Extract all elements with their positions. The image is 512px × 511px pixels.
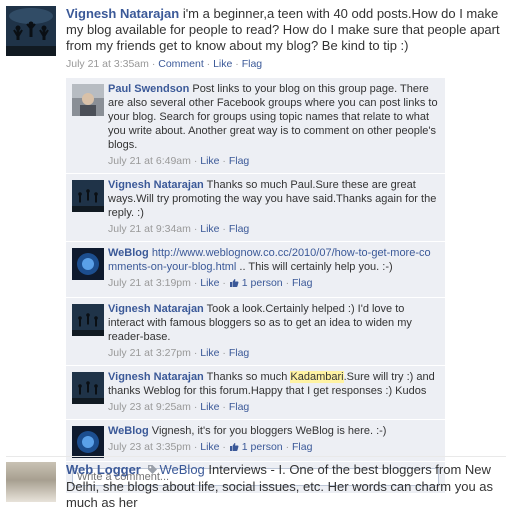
comment-item: Paul Swendson Post links to your blog on… xyxy=(66,78,445,174)
comment-flag-link[interactable]: Flag xyxy=(229,223,249,235)
second-post-author-link[interactable]: Web Logger xyxy=(66,462,141,477)
comment-meta: July 21 at 3:27pm · Like · Flag xyxy=(108,346,439,360)
comment-flag-link[interactable]: Flag xyxy=(292,441,312,453)
avatar-paul[interactable] xyxy=(72,84,104,116)
comment-author-link[interactable]: Paul Swendson xyxy=(108,83,189,95)
comment-flag-link[interactable]: Flag xyxy=(229,401,249,413)
comment-item: Vignesh Natarajan Took a look.Certainly … xyxy=(66,298,445,366)
avatar-weblog[interactable] xyxy=(72,248,104,280)
comment-item: Vignesh Natarajan Thanks so much Kadamba… xyxy=(66,366,445,420)
comment-timestamp[interactable]: July 21 at 3:27pm xyxy=(108,347,191,359)
comment-like-link[interactable]: Like xyxy=(200,347,219,359)
comment-meta: July 23 at 9:25am · Like · Flag xyxy=(108,400,439,414)
second-post-text: Web Logger WeBlog Interviews - I. One of… xyxy=(66,462,506,511)
like-link[interactable]: Like xyxy=(213,58,232,70)
comment-author-link[interactable]: Vignesh Natarajan xyxy=(108,371,204,383)
flag-link[interactable]: Flag xyxy=(242,58,262,70)
comment-author-link[interactable]: WeBlog xyxy=(108,425,149,437)
comment-timestamp[interactable]: July 21 at 6:49am xyxy=(108,155,191,167)
comment-timestamp[interactable]: July 23 at 3:35pm xyxy=(108,441,191,453)
avatar-vignesh[interactable] xyxy=(6,6,56,56)
comment-like-link[interactable]: Like xyxy=(200,401,219,413)
comment-item: WeBlog http://www.weblognow.co.cc/2010/0… xyxy=(66,242,445,298)
comment-author-link[interactable]: WeBlog xyxy=(108,247,149,259)
comment-text: WeBlog Vignesh, it's for you bloggers We… xyxy=(108,424,439,438)
comment-meta: July 23 at 3:35pm · Like · 1 person · Fl… xyxy=(108,440,439,456)
comment-text: Vignesh Natarajan Thanks so much Paul.Su… xyxy=(108,178,439,220)
comment-author-link[interactable]: Vignesh Natarajan xyxy=(108,179,204,191)
comment-timestamp[interactable]: July 23 at 9:25am xyxy=(108,401,191,413)
highlighted-mention: Kadambari xyxy=(290,371,344,383)
comment-item: Vignesh Natarajan Thanks so much Paul.Su… xyxy=(66,174,445,242)
comment-timestamp[interactable]: July 21 at 3:19pm xyxy=(108,277,191,289)
comment-like-link[interactable]: Like xyxy=(200,223,219,235)
comment-author-link[interactable]: Vignesh Natarajan xyxy=(108,303,204,315)
avatar-vignesh[interactable] xyxy=(72,372,104,404)
comment-message: Vignesh, it's for you bloggers WeBlog is… xyxy=(148,425,387,437)
likes-count-link[interactable]: 1 person xyxy=(242,277,283,289)
comments-list: Paul Swendson Post links to your blog on… xyxy=(66,78,445,493)
comment-meta: July 21 at 9:34am · Like · Flag xyxy=(108,222,439,236)
comment-message: .. This will certainly help you. :-) xyxy=(236,261,393,273)
avatar-weblog[interactable] xyxy=(72,426,104,458)
comment-text: Paul Swendson Post links to your blog on… xyxy=(108,82,439,152)
comment-text: WeBlog http://www.weblognow.co.cc/2010/0… xyxy=(108,246,439,274)
comment-flag-link[interactable]: Flag xyxy=(292,277,312,289)
post-timestamp[interactable]: July 21 at 3:35am xyxy=(66,58,149,70)
avatar-vignesh[interactable] xyxy=(72,304,104,336)
post-divider xyxy=(6,456,506,457)
comment-like-link[interactable]: Like xyxy=(200,277,219,289)
comment-meta: July 21 at 3:19pm · Like · 1 person · Fl… xyxy=(108,276,439,292)
post-text: Vignesh Natarajan i'm a beginner,a teen … xyxy=(66,6,506,54)
group-link[interactable]: WeBlog xyxy=(160,462,205,477)
comment-timestamp[interactable]: July 21 at 9:34am xyxy=(108,223,191,235)
post-body: Vignesh Natarajan i'm a beginner,a teen … xyxy=(66,6,506,70)
comment-link[interactable]: Comment xyxy=(158,58,204,70)
post-meta: July 21 at 3:35am · Comment · Like · Fla… xyxy=(66,58,506,70)
avatar-vignesh[interactable] xyxy=(72,180,104,212)
avatar-web-logger[interactable] xyxy=(6,462,56,502)
likes-count-link[interactable]: 1 person xyxy=(242,441,283,453)
comment-message-start: Thanks so much xyxy=(203,371,291,383)
comment-like-link[interactable]: Like xyxy=(200,155,219,167)
comment-flag-link[interactable]: Flag xyxy=(229,155,249,167)
tag-icon xyxy=(147,463,158,479)
thumbs-up-icon xyxy=(229,442,239,456)
comment-text: Vignesh Natarajan Thanks so much Kadamba… xyxy=(108,370,439,398)
post-author-link[interactable]: Vignesh Natarajan xyxy=(66,6,179,21)
comment-like-link[interactable]: Like xyxy=(200,441,219,453)
thumbs-up-icon xyxy=(229,278,239,292)
comment-meta: July 21 at 6:49am · Like · Flag xyxy=(108,154,439,168)
comment-flag-link[interactable]: Flag xyxy=(229,347,249,359)
comment-text: Vignesh Natarajan Took a look.Certainly … xyxy=(108,302,439,344)
